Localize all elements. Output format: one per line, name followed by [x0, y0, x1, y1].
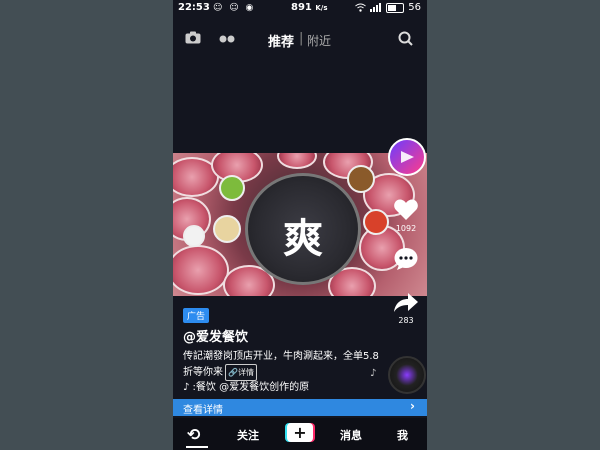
status-time: 22:53	[178, 2, 210, 13]
music-disc[interactable]	[388, 356, 426, 394]
share-button[interactable]: 283	[391, 292, 421, 325]
hotpot: 爽	[245, 173, 361, 285]
post-description: 传記潮發岗顶店开业，牛肉涮起来，全单5.8折等你来 🔗详情	[183, 349, 383, 381]
camera-icon[interactable]	[185, 31, 201, 44]
tab-separator: |	[299, 31, 304, 46]
search-icon[interactable]	[398, 31, 413, 46]
heart-icon	[394, 199, 418, 220]
share-count: 283	[398, 316, 414, 325]
signal-icon	[370, 3, 382, 12]
username[interactable]: @爱发餐饮	[183, 326, 383, 345]
ad-badge: 广告	[183, 308, 210, 323]
comment-icon	[394, 248, 418, 270]
music-label[interactable]: ♪ :餐饮 @爱发餐饮创作的原	[183, 378, 323, 393]
post-info: 广告 @爱发餐饮 传記潮發岗顶店开业，牛肉涮起来，全单5.8折等你来 🔗详情	[183, 304, 383, 381]
network-speed: 891 K/s	[291, 2, 328, 13]
home-refresh-icon[interactable]: ⟲	[187, 425, 200, 444]
wifi-icon	[355, 3, 367, 12]
tab-recommend[interactable]: 推荐	[268, 31, 294, 50]
phone-screen: 22:53 ☺ ☺ ◉ 891 K/s 56 推荐 | 附近 爽 1092 28…	[173, 0, 427, 450]
status-right: 56	[355, 2, 421, 13]
status-bar: 22:53 ☺ ☺ ◉ 891 K/s 56	[173, 0, 427, 18]
live-dots-icon[interactable]	[219, 35, 235, 43]
video-frame[interactable]: 爽	[173, 153, 427, 296]
share-arrow-icon	[394, 293, 418, 312]
music-note-icon: ♪	[370, 368, 377, 379]
bottom-nav: ⟲ 关注 + 消息 我	[173, 418, 427, 450]
play-arrow-icon	[401, 151, 414, 163]
battery-icon	[386, 2, 405, 13]
tab-nearby[interactable]: 附近	[307, 32, 331, 49]
nav-me[interactable]: 我	[397, 427, 408, 443]
chevron-right-icon: ›	[410, 399, 415, 413]
cta-label: 查看详情	[183, 405, 223, 416]
brand-logo: 爽	[283, 216, 323, 262]
comment-button[interactable]	[391, 247, 421, 273]
home-underline	[186, 446, 208, 448]
nav-follow[interactable]: 关注	[237, 427, 259, 443]
top-nav: 推荐 | 附近	[173, 26, 427, 52]
nav-messages[interactable]: 消息	[340, 427, 362, 443]
notification-icons: ☺ ☺ ◉	[213, 3, 256, 13]
create-button[interactable]: +	[287, 423, 313, 442]
like-button[interactable]: 1092	[391, 198, 421, 233]
like-count: 1092	[395, 224, 417, 233]
view-details-button[interactable]: 查看详情 ›	[173, 399, 427, 416]
battery-percent: 56	[408, 2, 421, 13]
author-avatar[interactable]	[388, 138, 426, 176]
